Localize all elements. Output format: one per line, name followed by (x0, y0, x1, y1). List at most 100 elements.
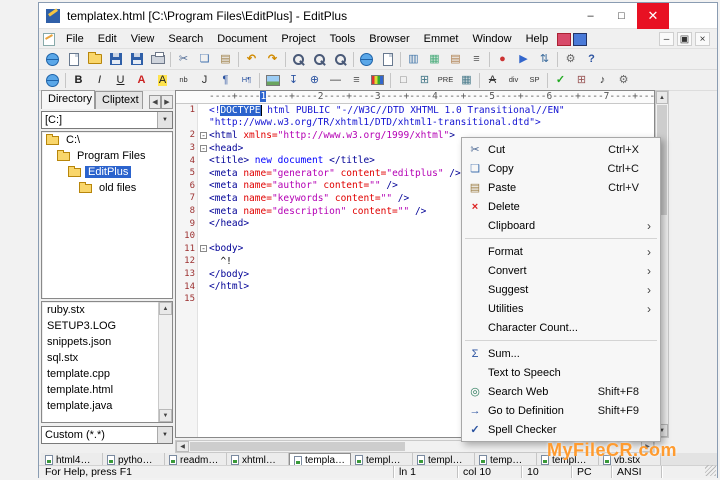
check-icon[interactable]: ✓ (550, 71, 571, 90)
file-list-scrollbar[interactable]: ▲ ▼ (158, 302, 172, 422)
print-icon[interactable] (147, 50, 168, 69)
context-item-spell-checker[interactable]: ✓ Spell Checker (462, 420, 660, 439)
file-item-template-java[interactable]: template.java (42, 398, 158, 414)
menu-file[interactable]: File (59, 31, 91, 47)
context-item-sum[interactable]: Σ Sum... (462, 344, 660, 363)
pre-icon[interactable]: PRE (435, 71, 456, 90)
list-icon[interactable]: ≡ (346, 71, 367, 90)
maximize-button[interactable]: □ (606, 3, 637, 29)
context-item-text-to-speech[interactable]: Text to Speech (462, 363, 660, 382)
tab-scroll-right-icon[interactable]: ▶ (161, 95, 173, 109)
open-file-icon[interactable] (84, 50, 105, 69)
browser-sync-icon[interactable] (42, 50, 63, 69)
record-macro-icon[interactable]: ● (492, 50, 513, 69)
image-icon[interactable] (262, 71, 283, 90)
form-icon[interactable]: □ (393, 71, 414, 90)
menu-emmet[interactable]: Emmet (417, 31, 466, 47)
line-break-icon[interactable]: J (194, 71, 215, 90)
paragraph-icon[interactable]: ¶ (215, 71, 236, 90)
menu-document[interactable]: Document (210, 31, 274, 47)
color-picker-icon[interactable] (367, 71, 388, 90)
resize-grip[interactable] (705, 465, 716, 476)
mdi-close-button[interactable]: × (695, 32, 710, 46)
menu-extra-icon-2[interactable] (573, 32, 588, 46)
file-item-snippets-json[interactable]: snippets.json (42, 334, 158, 350)
menu-search[interactable]: Search (161, 31, 210, 47)
div-icon[interactable]: div (503, 71, 524, 90)
close-button[interactable]: ✕ (637, 3, 669, 29)
document-selector-icon[interactable]: ≡ (466, 50, 487, 69)
file-item-template-html[interactable]: template.html (42, 382, 158, 398)
tree-item-editplus[interactable]: EditPlus (42, 164, 172, 180)
play-macro-icon[interactable]: ▶ (513, 50, 534, 69)
context-item-utilities[interactable]: Utilities › (462, 299, 660, 318)
bold-icon[interactable]: B (68, 71, 89, 90)
output-window-icon[interactable]: ▤ (445, 50, 466, 69)
font-color-icon[interactable]: A (131, 71, 152, 90)
tree-item-old-files[interactable]: old files (42, 180, 172, 196)
hyperlink-icon[interactable]: ⊕ (304, 71, 325, 90)
heading-icon[interactable]: H¶ (236, 71, 257, 90)
minimize-button[interactable]: – (575, 3, 606, 29)
tab-directory[interactable]: Directory (41, 90, 95, 109)
menu-extra-icon-1[interactable] (557, 32, 572, 46)
directory-window-icon[interactable]: ▦ (424, 50, 445, 69)
menu-tools[interactable]: Tools (323, 31, 363, 47)
context-item-search-web[interactable]: ◎ Search Web Shift+F8 (462, 382, 660, 401)
settings-icon[interactable]: ⚙ (560, 50, 581, 69)
new-document-icon[interactable] (63, 50, 84, 69)
context-item-copy[interactable]: ❏ Copy Ctrl+C (462, 159, 660, 178)
find-icon[interactable] (288, 50, 309, 69)
file-item-template-cpp[interactable]: template.cpp (42, 366, 158, 382)
menu-window[interactable]: Window (465, 31, 518, 47)
file-filter-selector[interactable]: Custom (*.*) ▼ (41, 426, 173, 444)
title-bar[interactable]: templatex.html [C:\Program Files\EditPlu… (39, 3, 717, 29)
sort-icon[interactable]: ⇅ (534, 50, 555, 69)
drive-selector[interactable]: [C:] ▼ (41, 111, 173, 129)
replace-icon[interactable] (309, 50, 330, 69)
context-item-cut[interactable]: ✂ Cut Ctrl+X (462, 140, 660, 159)
cliptext-window-icon[interactable]: ▥ (403, 50, 424, 69)
tools-icon[interactable]: ⚙ (613, 71, 634, 90)
context-item-clipboard[interactable]: Clipboard › (462, 216, 660, 235)
file-item-setup3-log[interactable]: SETUP3.LOG (42, 318, 158, 334)
tree-item-c[interactable]: C:\ (42, 132, 172, 148)
browser-preview-icon[interactable] (42, 71, 63, 90)
anchor-icon[interactable]: ↧ (283, 71, 304, 90)
table2-icon[interactable]: ⊞ (571, 71, 592, 90)
context-item-format[interactable]: Format › (462, 242, 660, 261)
italic-icon[interactable]: I (89, 71, 110, 90)
mdi-restore-button[interactable]: ▣ (677, 32, 692, 46)
scroll-left-icon[interactable]: ◀ (176, 441, 189, 452)
dropdown-arrow-icon[interactable]: ▼ (157, 427, 172, 443)
fold-marker-icon[interactable]: - (200, 144, 207, 152)
strikethrough-icon[interactable]: A (482, 71, 503, 90)
save-icon[interactable] (105, 50, 126, 69)
tree-item-program-files[interactable]: Program Files (42, 148, 172, 164)
view-in-browser-icon[interactable] (377, 50, 398, 69)
save-all-icon[interactable] (126, 50, 147, 69)
context-item-paste[interactable]: ▤ Paste Ctrl+V (462, 178, 660, 197)
cut-icon[interactable]: ✂ (173, 50, 194, 69)
menu-browser[interactable]: Browser (362, 31, 416, 47)
menu-help[interactable]: Help (519, 31, 556, 47)
context-item-character-count[interactable]: Character Count... (462, 318, 660, 337)
underline-icon[interactable]: U (110, 71, 131, 90)
paste-icon[interactable]: ▤ (215, 50, 236, 69)
context-item-suggest[interactable]: Suggest › (462, 280, 660, 299)
frame-icon[interactable]: ▦ (456, 71, 477, 90)
scroll-up-icon[interactable]: ▲ (159, 302, 172, 315)
horizontal-rule-icon[interactable]: — (325, 71, 346, 90)
scrollbar-thumb[interactable] (190, 442, 405, 451)
copy-icon[interactable]: ❏ (194, 50, 215, 69)
file-item-sql-stx[interactable]: sql.stx (42, 350, 158, 366)
scroll-up-icon[interactable]: ▲ (656, 91, 668, 104)
highlight-icon[interactable]: A (152, 71, 173, 90)
nbsp-icon[interactable]: nb (173, 71, 194, 90)
dropdown-arrow-icon[interactable]: ▼ (157, 112, 172, 128)
context-item-delete[interactable]: × Delete (462, 197, 660, 216)
mdi-minimize-button[interactable]: – (659, 32, 674, 46)
browser-window-icon[interactable] (356, 50, 377, 69)
menu-project[interactable]: Project (274, 31, 322, 47)
scroll-down-icon[interactable]: ▼ (159, 409, 172, 422)
